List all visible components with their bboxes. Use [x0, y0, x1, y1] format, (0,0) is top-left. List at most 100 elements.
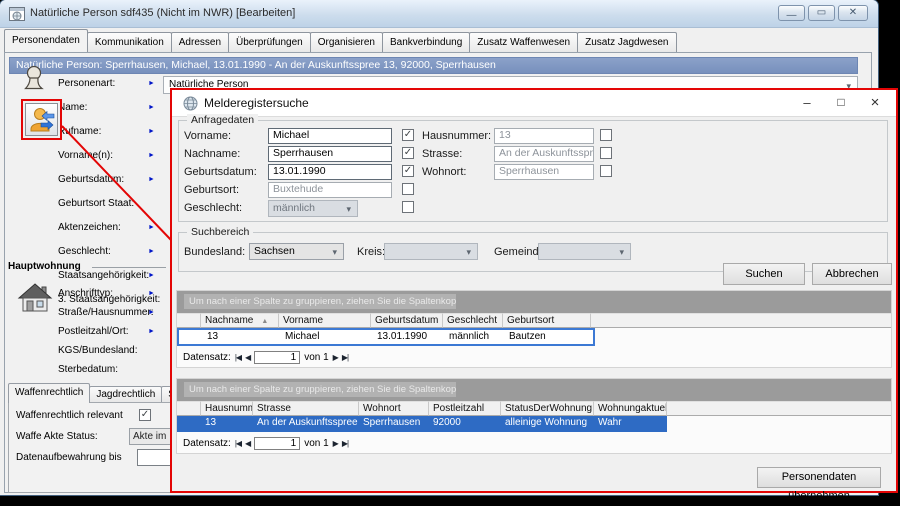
nav-first-icon[interactable]: |◀: [235, 439, 241, 448]
geschlecht-label: Geschlecht:: [184, 202, 242, 214]
dialog-close-icon[interactable]: ×: [858, 90, 892, 117]
grid2-col-postleitzahl[interactable]: Postleitzahl: [429, 401, 501, 416]
grid2-row-selected[interactable]: 13 An der Auskunftsspree Sperrhausen 920…: [177, 416, 667, 432]
field-arrow-icon[interactable]: ►: [148, 328, 155, 335]
field-arrow-icon[interactable]: ►: [148, 152, 155, 159]
melderegister-icon-button[interactable]: [25, 103, 58, 136]
grid1-cell-vorname: Michael: [281, 330, 373, 344]
dialog-maximize-icon[interactable]: □: [824, 90, 858, 117]
field-arrow-icon[interactable]: ►: [148, 176, 155, 183]
bundesland-combobox[interactable]: Sachsen ▾: [249, 243, 344, 260]
grid1-col-vorname[interactable]: Vorname: [279, 313, 371, 328]
grid1-record-navigator: Datensatz: |◀ ◀ 1 von 1 ▶ ▶|: [183, 351, 348, 364]
navigator-label: Datensatz:: [183, 438, 231, 449]
wohnort-checkbox[interactable]: [600, 165, 612, 177]
vorname-input[interactable]: Michael: [268, 128, 392, 144]
hausnummer-checkbox[interactable]: [600, 129, 612, 141]
grid1-col-geburtsort[interactable]: Geburtsort: [503, 313, 591, 328]
waffen-akte-label: Waffe Akte Status:: [16, 431, 98, 442]
grid1-col-geburtsdatum[interactable]: Geburtsdatum: [371, 313, 443, 328]
grid2-col-wohnort[interactable]: Wohnort: [359, 401, 429, 416]
nav-prev-icon[interactable]: ◀: [245, 439, 250, 448]
grid2-col-statusderwohnung[interactable]: StatusDerWohnung: [501, 401, 594, 416]
nav-last-icon[interactable]: ▶|: [342, 439, 348, 448]
grid1-col-nachname[interactable]: Nachname▲: [201, 313, 279, 328]
group-by-panel[interactable]: Um nach einer Spalte zu gruppieren, zieh…: [177, 379, 891, 401]
field-arrow-icon[interactable]: ►: [148, 224, 155, 231]
melderegistersuche-dialog: Melderegistersuche – □ × Anfragedaten Vo…: [170, 88, 898, 493]
hauptwohnung-divider: [92, 267, 166, 268]
geburtsdatum-checkbox[interactable]: ✓: [402, 165, 414, 177]
nav-first-icon[interactable]: |◀: [235, 353, 241, 362]
grid1-row-selected[interactable]: 13 Michael 13.01.1990 männlich Bautzen: [177, 328, 595, 346]
field-arrow-icon[interactable]: ►: [148, 272, 155, 279]
vorname-checkbox[interactable]: ✓: [402, 129, 414, 141]
grid1-header-filler: [591, 313, 891, 328]
nav-next-icon[interactable]: ▶: [333, 353, 338, 362]
tab-adressen[interactable]: Adressen: [171, 32, 229, 52]
chevron-down-icon: ▾: [466, 245, 471, 259]
grid2-col-strasse[interactable]: Strasse: [253, 401, 359, 416]
field-label-personenart: Personenart:: [58, 78, 115, 89]
hausnummer-input[interactable]: 13: [494, 128, 594, 144]
geburtsort-input[interactable]: Buxtehude: [268, 182, 392, 198]
nav-position-input[interactable]: 1: [254, 437, 300, 450]
chevron-down-icon: ▾: [619, 245, 624, 259]
field-arrow-icon[interactable]: ►: [148, 309, 155, 316]
grid2-col-wohnungaktuell[interactable]: Wohnungaktuell: [594, 401, 667, 416]
person-head-icon: [23, 64, 45, 97]
tab-kommunikation[interactable]: Kommunikation: [87, 32, 172, 52]
geschlecht-value: männlich: [273, 202, 315, 214]
minimize-button-icon[interactable]: —: [778, 5, 805, 21]
nav-prev-icon[interactable]: ◀: [245, 353, 250, 362]
close-button-icon[interactable]: ✕: [838, 5, 868, 21]
nachname-checkbox[interactable]: ✓: [402, 147, 414, 159]
personendaten-uebernehmen-button[interactable]: Personendaten übernehmen: [757, 467, 881, 488]
hw-label-kgs-bundesland: KGS/Bundesland:: [58, 345, 138, 356]
grid2-cell-wohnungaktuell: Wahr: [594, 416, 667, 432]
field-arrow-icon[interactable]: ►: [148, 248, 155, 255]
field-arrow-icon[interactable]: ►: [148, 104, 155, 111]
field-arrow-icon[interactable]: ►: [148, 80, 155, 87]
dialog-minimize-icon[interactable]: –: [790, 90, 824, 117]
address-results-grid: Um nach einer Spalte zu gruppieren, zieh…: [176, 378, 892, 454]
group-by-panel[interactable]: Um nach einer Spalte zu gruppieren, zieh…: [177, 291, 891, 313]
kreis-combobox[interactable]: ▾: [384, 243, 478, 260]
grid2-col-hausnummer[interactable]: Hausnummer: [201, 401, 253, 416]
hw-label-strasse-hausnummer: Straße/Hausnummer:: [58, 307, 154, 318]
suchen-button[interactable]: Suchen: [723, 263, 805, 285]
nav-last-icon[interactable]: ▶|: [342, 353, 348, 362]
geschlecht-combobox[interactable]: männlich ▾: [268, 200, 358, 217]
tab-waffenrechtlich[interactable]: Waffenrechtlich: [8, 383, 90, 403]
nachname-input[interactable]: Sperrhausen: [268, 146, 392, 162]
group-by-hint: Um nach einer Spalte zu gruppieren, zieh…: [184, 382, 456, 397]
field-arrow-icon[interactable]: ►: [148, 128, 155, 135]
hw-label-postleitzahl-ort: Postleitzahl/Ort:: [58, 326, 129, 337]
nav-position-input[interactable]: 1: [254, 351, 300, 364]
grid1-cell-geschlecht: männlich: [445, 330, 505, 344]
waffen-relevant-checkbox[interactable]: ✓: [139, 409, 151, 421]
nav-next-icon[interactable]: ▶: [333, 439, 338, 448]
tab-zusatz-waffenwesen[interactable]: Zusatz Waffenwesen: [469, 32, 578, 52]
geburtsdatum-input[interactable]: 13.01.1990: [268, 164, 392, 180]
maximize-button-icon[interactable]: ▭: [808, 5, 835, 21]
grid1-col-geschlecht[interactable]: Geschlecht: [443, 313, 503, 328]
tab-organisieren[interactable]: Organisieren: [310, 32, 383, 52]
chevron-down-icon: ▾: [332, 245, 337, 259]
wohnort-input[interactable]: Sperrhausen: [494, 164, 594, 180]
field-arrow-icon[interactable]: ►: [148, 290, 155, 297]
field-label-geschlecht: Geschlecht:: [58, 246, 111, 257]
tab-zusatz-jagdwesen[interactable]: Zusatz Jagdwesen: [577, 32, 676, 52]
tab-jagdrechtlich[interactable]: Jagdrechtlich: [89, 386, 162, 403]
gemeinde-combobox[interactable]: ▾: [538, 243, 631, 260]
strasse-input[interactable]: An der Auskunftsspree: [494, 146, 594, 162]
tab-bankverbindung[interactable]: Bankverbindung: [382, 32, 470, 52]
grid1-header-row: Nachname▲ Vorname Geburtsdatum Geschlech…: [177, 313, 891, 328]
geschlecht-checkbox[interactable]: [402, 201, 414, 213]
abbrechen-button[interactable]: Abbrechen: [812, 263, 892, 285]
grid2-cell-strasse: An der Auskunftsspree: [253, 416, 359, 432]
strasse-checkbox[interactable]: [600, 147, 612, 159]
tab-ueberpruefungen[interactable]: Überprüfungen: [228, 32, 311, 52]
geburtsort-checkbox[interactable]: [402, 183, 414, 195]
tab-personendaten[interactable]: Personendaten: [4, 29, 88, 52]
